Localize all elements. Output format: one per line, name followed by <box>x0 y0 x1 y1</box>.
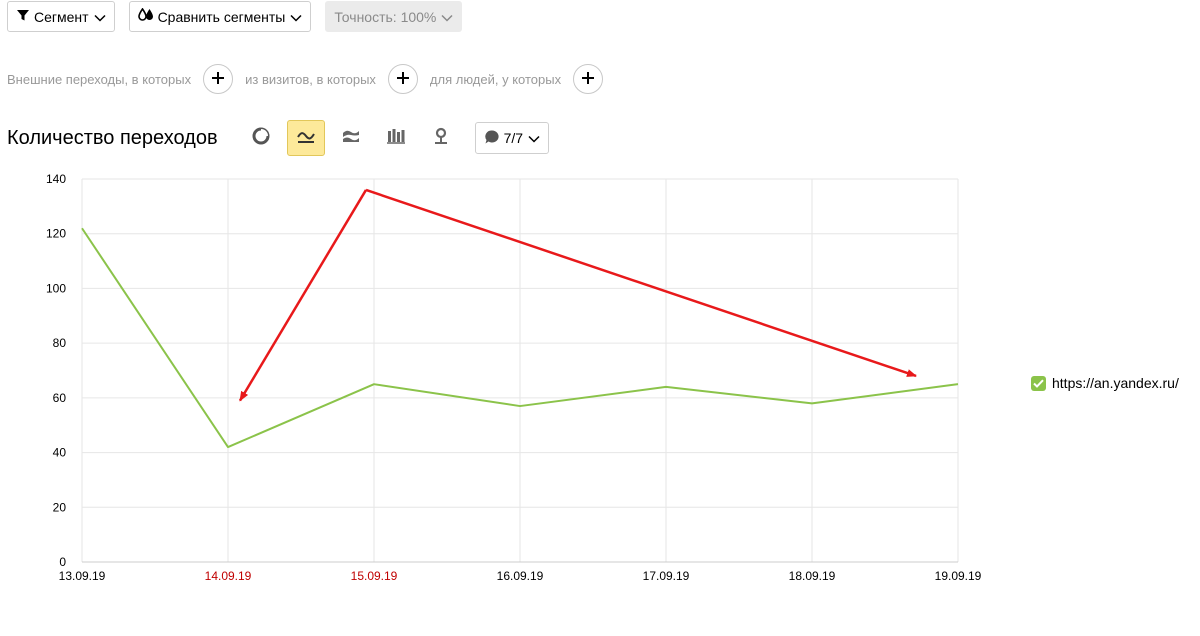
transitions-line-chart: 0 20 40 60 80 100 120 140 13.09.19 14.09.19 15.09.… <box>46 172 982 583</box>
add-visit-condition-button[interactable] <box>387 64 418 94</box>
filter-label-transitions: Внешние переходы, в которых <box>7 71 192 87</box>
chevron-down-icon <box>94 9 106 25</box>
pie-chart-icon <box>252 127 270 150</box>
x-tick-label: 16.09.19 <box>497 569 544 583</box>
chart-title: Количество переходов <box>7 126 218 149</box>
plus-icon <box>211 71 225 88</box>
y-tick-label: 20 <box>53 500 67 514</box>
chart-type-area-button[interactable] <box>332 120 370 156</box>
data-point <box>372 382 376 386</box>
legend-item[interactable]: https://an.yandex.ru/ <box>1031 375 1179 391</box>
chart-type-line-button[interactable] <box>286 120 325 156</box>
data-point <box>810 401 814 405</box>
area-chart-icon <box>342 128 360 149</box>
annotations-count: 7/7 <box>503 130 524 146</box>
y-tick-label: 80 <box>53 336 67 350</box>
chevron-down-icon <box>528 130 540 146</box>
data-point <box>956 382 960 386</box>
legend-series-name: https://an.yandex.ru/ <box>1052 375 1179 391</box>
checkbox-checked-icon[interactable] <box>1031 375 1046 391</box>
y-tick-label: 120 <box>46 227 66 241</box>
x-tick-label: 18.09.19 <box>789 569 836 583</box>
segment-button[interactable]: Сегмент <box>7 1 115 32</box>
data-point <box>226 445 230 449</box>
compare-segments-button[interactable]: Сравнить сегменты <box>128 1 312 32</box>
x-tick-label: 19.09.19 <box>935 569 982 583</box>
plus-icon <box>581 71 595 88</box>
data-point <box>80 226 84 230</box>
y-tick-label: 40 <box>53 446 67 460</box>
segment-button-label: Сегмент <box>34 8 89 25</box>
line-chart-icon <box>296 128 315 149</box>
annotations-dropdown[interactable]: 7/7 <box>474 122 550 154</box>
x-tick-label: 17.09.19 <box>643 569 690 583</box>
segment-toolbar: Сегмент Сравнить сегменты Точность: 100% <box>7 1 463 32</box>
drops-icon <box>137 7 154 25</box>
accuracy-label: Точность: 100% <box>334 8 437 25</box>
chevron-down-icon <box>290 9 302 25</box>
x-tick-label: 13.09.19 <box>59 569 106 583</box>
y-tick-label: 100 <box>46 281 66 295</box>
chart-type-bar-button[interactable] <box>377 120 415 156</box>
segment-filters: Внешние переходы, в которых из визитов, … <box>7 64 615 94</box>
data-point <box>664 385 668 389</box>
speech-bubble-icon <box>484 129 500 148</box>
y-tick-label: 0 <box>59 555 66 569</box>
bar-chart-icon <box>386 128 405 149</box>
chart-type-pie-button[interactable] <box>242 120 280 156</box>
filter-label-people: для людей, у которых <box>429 71 562 87</box>
data-point <box>518 404 522 408</box>
annotation-arrow <box>365 188 917 378</box>
add-transition-condition-button[interactable] <box>203 64 234 94</box>
funnel-icon <box>16 8 30 25</box>
add-people-condition-button[interactable] <box>573 64 604 94</box>
y-tick-label: 140 <box>46 172 66 186</box>
chevron-down-icon <box>441 9 453 25</box>
plus-icon <box>396 71 410 88</box>
y-tick-label: 60 <box>53 391 67 405</box>
compare-segments-label: Сравнить сегменты <box>157 8 286 25</box>
filter-label-visits: из визитов, в которых <box>245 71 376 87</box>
map-pin-icon <box>432 127 450 150</box>
annotation-arrow <box>238 189 368 402</box>
x-tick-label: 14.09.19 <box>205 569 252 583</box>
chart-header: Количество переходов 7/7 <box>7 120 550 156</box>
x-tick-label: 15.09.19 <box>351 569 398 583</box>
chart-type-map-button[interactable] <box>422 120 460 156</box>
accuracy-dropdown[interactable]: Точность: 100% <box>325 1 463 32</box>
